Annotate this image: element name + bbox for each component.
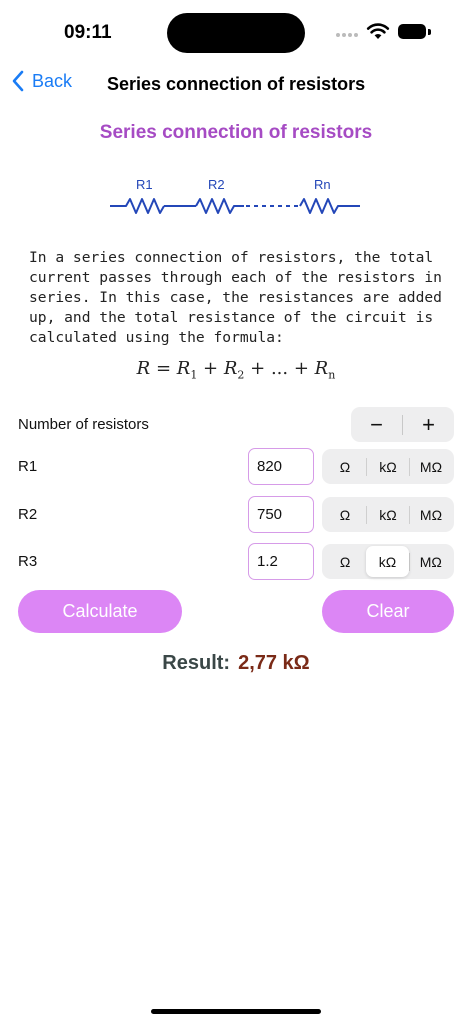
unit-ohm-r2[interactable]: Ω <box>324 499 366 530</box>
chevron-left-icon <box>12 70 24 92</box>
back-label: Back <box>32 70 73 91</box>
resistor-label-r2: R2 <box>18 506 38 523</box>
home-indicator <box>151 1009 321 1014</box>
resistor-rn <box>299 198 360 214</box>
clear-button[interactable]: Clear <box>322 590 454 633</box>
unit-kohm-r3[interactable]: kΩ <box>366 546 409 577</box>
battery-icon <box>398 24 426 39</box>
resistor-label-r3: R3 <box>18 553 38 570</box>
increment-button[interactable]: + <box>403 407 454 442</box>
resistor-value-input-r1[interactable] <box>248 448 314 485</box>
unit-selector-r3: Ω kΩ MΩ <box>322 544 454 579</box>
unit-kohm-r2[interactable]: kΩ <box>367 499 409 530</box>
nav-title: Series connection of resistors <box>107 74 366 94</box>
unit-ohm-r1[interactable]: Ω <box>324 451 366 482</box>
diagram-label-rn: Rn <box>314 177 331 192</box>
status-bar: 09:11 <box>0 0 472 64</box>
navigation-bar: Back Series connection of resistors <box>0 64 472 104</box>
diagram-label-r1: R1 <box>136 177 153 192</box>
unit-selector-r2: Ω kΩ MΩ <box>322 497 454 532</box>
resistor-count-stepper: − + <box>351 407 454 442</box>
resistor-r2 <box>195 198 244 214</box>
formula: R = R1 + R2 + ... + Rn <box>136 358 336 382</box>
unit-selector-r1: Ω kΩ MΩ <box>322 449 454 484</box>
back-button[interactable]: Back <box>12 70 72 92</box>
calculate-button[interactable]: Calculate <box>18 590 182 633</box>
wifi-icon <box>366 23 390 39</box>
unit-mohm-r1[interactable]: MΩ <box>410 451 452 482</box>
resistor-label-r1: R1 <box>18 458 38 475</box>
signal-icon <box>336 33 358 37</box>
status-time: 09:11 <box>64 22 112 43</box>
page-heading: Series connection of resistors <box>99 122 373 143</box>
result: Result: 2,77 kΩ <box>0 652 472 675</box>
unit-mohm-r2[interactable]: MΩ <box>410 499 452 530</box>
series-circuit-diagram: R1 R2 Rn <box>110 177 360 214</box>
unit-mohm-r3[interactable]: MΩ <box>410 546 452 577</box>
resistor-value-input-r2[interactable] <box>248 496 314 533</box>
result-value: 2,77 kΩ <box>238 652 310 674</box>
resistor-value-input-r3[interactable] <box>248 543 314 580</box>
resistor-r1 <box>110 198 165 214</box>
unit-kohm-r1[interactable]: kΩ <box>367 451 409 482</box>
unit-ohm-r3[interactable]: Ω <box>324 546 366 577</box>
result-label: Result: <box>162 652 231 674</box>
dynamic-island <box>167 13 305 53</box>
decrement-button[interactable]: − <box>351 407 402 442</box>
description-text: In a series connection of resistors, the… <box>29 249 442 346</box>
diagram-label-r2: R2 <box>208 177 225 192</box>
resistor-count-label: Number of resistors <box>18 416 149 433</box>
